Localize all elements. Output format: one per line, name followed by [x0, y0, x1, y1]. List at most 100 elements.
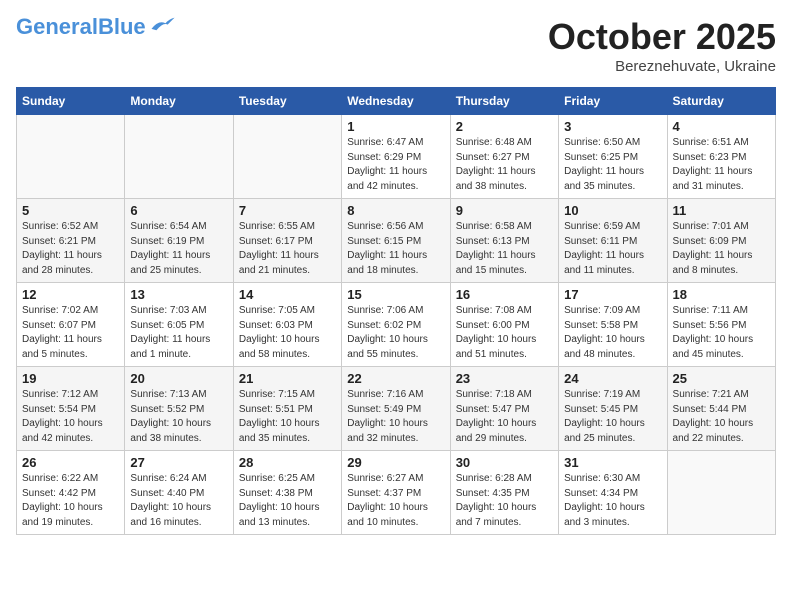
day-info: Sunrise: 6:54 AM Sunset: 6:19 PM Dayligh…: [130, 220, 227, 278]
day-number: 4: [673, 119, 770, 134]
location-subtitle: Bereznehuvate, Ukraine: [548, 58, 776, 75]
calendar-cell: 29Sunrise: 6:27 AM Sunset: 4:37 PM Dayli…: [342, 451, 450, 535]
calendar-cell: 12 Sunrise: 7:02 AM Sunset: 6:07 PM Dayli…: [17, 283, 125, 367]
calendar-cell: 21Sunrise: 7:15 AM Sunset: 5:51 PM Dayli…: [233, 367, 341, 451]
calendar-cell: 10Sunrise: 6:59 AM Sunset: 6:11 PM Dayli…: [559, 199, 667, 283]
day-number: 24: [564, 371, 661, 386]
day-info: Sunrise: 6:55 AM Sunset: 6:17 PM Dayligh…: [239, 220, 336, 278]
weekday-header-saturday: Saturday: [667, 88, 775, 115]
day-info: Sunrise: 6:52 AM Sunset: 6:21 PM Dayligh…: [22, 220, 119, 278]
calendar-cell: [125, 115, 233, 199]
calendar-cell: 1 Sunrise: 6:47 AM Sunset: 6:29 PM Daylig…: [342, 115, 450, 199]
day-info: Sunrise: 7:19 AM Sunset: 5:45 PM Dayligh…: [564, 388, 661, 446]
day-number: 8: [347, 203, 444, 218]
day-number: 3: [564, 119, 661, 134]
calendar-cell: 31 Sunrise: 6:30 AM Sunset: 4:34 PM Dayli…: [559, 451, 667, 535]
day-number: 13: [130, 287, 227, 302]
day-number: 31: [564, 455, 661, 470]
day-info: Sunrise: 6:59 AM Sunset: 6:11 PM Dayligh…: [564, 220, 661, 278]
day-info: Sunrise: 7:16 AM Sunset: 5:49 PM Dayligh…: [347, 388, 444, 446]
calendar-table: SundayMondayTuesdayWednesdayThursdayFrid…: [16, 87, 776, 535]
day-info: Sunrise: 7:09 AM Sunset: 5:58 PM Dayligh…: [564, 304, 661, 362]
weekday-header-friday: Friday: [559, 88, 667, 115]
calendar-cell: 17 Sunrise: 7:09 AM Sunset: 5:58 PM Dayli…: [559, 283, 667, 367]
calendar-cell: 23Sunrise: 7:18 AM Sunset: 5:47 PM Dayli…: [450, 367, 558, 451]
page-header: GeneralBlue October 2025 Bereznehuvate, …: [16, 16, 776, 75]
day-info: Sunrise: 6:30 AM Sunset: 4:34 PM Dayligh…: [564, 472, 661, 530]
day-info: Sunrise: 7:12 AM Sunset: 5:54 PM Dayligh…: [22, 388, 119, 446]
day-info: Sunrise: 7:02 AM Sunset: 6:07 PM Dayligh…: [22, 304, 119, 362]
day-number: 26: [22, 455, 119, 470]
day-number: 2: [456, 119, 553, 134]
day-info: Sunrise: 6:51 AM Sunset: 6:23 PM Dayligh…: [673, 136, 770, 194]
title-area: October 2025 Bereznehuvate, Ukraine: [548, 16, 776, 75]
calendar-cell: 27 Sunrise: 6:24 AM Sunset: 4:40 PM Dayli…: [125, 451, 233, 535]
calendar-cell: 18Sunrise: 7:11 AM Sunset: 5:56 PM Dayli…: [667, 283, 775, 367]
day-number: 15: [347, 287, 444, 302]
calendar-cell: 19Sunrise: 7:12 AM Sunset: 5:54 PM Dayli…: [17, 367, 125, 451]
calendar-cell: 20 Sunrise: 7:13 AM Sunset: 5:52 PM Dayli…: [125, 367, 233, 451]
calendar-cell: 3 Sunrise: 6:50 AM Sunset: 6:25 PM Daylig…: [559, 115, 667, 199]
weekday-header-row: SundayMondayTuesdayWednesdayThursdayFrid…: [17, 88, 776, 115]
weekday-header-wednesday: Wednesday: [342, 88, 450, 115]
day-info: Sunrise: 6:47 AM Sunset: 6:29 PM Dayligh…: [347, 136, 444, 194]
day-info: Sunrise: 6:58 AM Sunset: 6:13 PM Dayligh…: [456, 220, 553, 278]
weekday-header-monday: Monday: [125, 88, 233, 115]
calendar-week-1: 1 Sunrise: 6:47 AM Sunset: 6:29 PM Daylig…: [17, 115, 776, 199]
calendar-cell: [17, 115, 125, 199]
day-info: Sunrise: 6:25 AM Sunset: 4:38 PM Dayligh…: [239, 472, 336, 530]
day-number: 30: [456, 455, 553, 470]
calendar-cell: 28 Sunrise: 6:25 AM Sunset: 4:38 PM Dayli…: [233, 451, 341, 535]
calendar-cell: 26 Sunrise: 6:22 AM Sunset: 4:42 PM Dayli…: [17, 451, 125, 535]
calendar-cell: [233, 115, 341, 199]
day-info: Sunrise: 6:28 AM Sunset: 4:35 PM Dayligh…: [456, 472, 553, 530]
weekday-header-sunday: Sunday: [17, 88, 125, 115]
calendar-week-3: 12 Sunrise: 7:02 AM Sunset: 6:07 PM Dayli…: [17, 283, 776, 367]
day-number: 27: [130, 455, 227, 470]
calendar-cell: 30 Sunrise: 6:28 AM Sunset: 4:35 PM Dayli…: [450, 451, 558, 535]
day-number: 16: [456, 287, 553, 302]
calendar-cell: 15 Sunrise: 7:06 AM Sunset: 6:02 PM Dayli…: [342, 283, 450, 367]
day-info: Sunrise: 7:15 AM Sunset: 5:51 PM Dayligh…: [239, 388, 336, 446]
day-info: Sunrise: 7:06 AM Sunset: 6:02 PM Dayligh…: [347, 304, 444, 362]
day-number: 5: [22, 203, 119, 218]
weekday-header-tuesday: Tuesday: [233, 88, 341, 115]
day-info: Sunrise: 7:01 AM Sunset: 6:09 PM Dayligh…: [673, 220, 770, 278]
day-number: 25: [673, 371, 770, 386]
day-info: Sunrise: 6:24 AM Sunset: 4:40 PM Dayligh…: [130, 472, 227, 530]
day-number: 23: [456, 371, 553, 386]
month-title: October 2025: [548, 16, 776, 58]
calendar-cell: 14Sunrise: 7:05 AM Sunset: 6:03 PM Dayli…: [233, 283, 341, 367]
calendar-cell: 2 Sunrise: 6:48 AM Sunset: 6:27 PM Daylig…: [450, 115, 558, 199]
calendar-cell: 7 Sunrise: 6:55 AM Sunset: 6:17 PM Daylig…: [233, 199, 341, 283]
day-info: Sunrise: 6:56 AM Sunset: 6:15 PM Dayligh…: [347, 220, 444, 278]
calendar-cell: 16Sunrise: 7:08 AM Sunset: 6:00 PM Dayli…: [450, 283, 558, 367]
calendar-cell: 6 Sunrise: 6:54 AM Sunset: 6:19 PM Daylig…: [125, 199, 233, 283]
day-number: 29: [347, 455, 444, 470]
day-info: Sunrise: 6:48 AM Sunset: 6:27 PM Dayligh…: [456, 136, 553, 194]
day-number: 17: [564, 287, 661, 302]
day-info: Sunrise: 7:13 AM Sunset: 5:52 PM Dayligh…: [130, 388, 227, 446]
calendar-week-2: 5 Sunrise: 6:52 AM Sunset: 6:21 PM Daylig…: [17, 199, 776, 283]
day-number: 28: [239, 455, 336, 470]
day-number: 18: [673, 287, 770, 302]
calendar-cell: [667, 451, 775, 535]
day-number: 20: [130, 371, 227, 386]
logo-text: GeneralBlue: [16, 16, 146, 38]
calendar-week-4: 19Sunrise: 7:12 AM Sunset: 5:54 PM Dayli…: [17, 367, 776, 451]
calendar-cell: 22 Sunrise: 7:16 AM Sunset: 5:49 PM Dayli…: [342, 367, 450, 451]
day-number: 7: [239, 203, 336, 218]
day-number: 6: [130, 203, 227, 218]
calendar-cell: 5 Sunrise: 6:52 AM Sunset: 6:21 PM Daylig…: [17, 199, 125, 283]
day-info: Sunrise: 6:22 AM Sunset: 4:42 PM Dayligh…: [22, 472, 119, 530]
logo-bird-icon: [148, 16, 176, 34]
day-number: 12: [22, 287, 119, 302]
day-info: Sunrise: 6:50 AM Sunset: 6:25 PM Dayligh…: [564, 136, 661, 194]
day-info: Sunrise: 7:05 AM Sunset: 6:03 PM Dayligh…: [239, 304, 336, 362]
weekday-header-thursday: Thursday: [450, 88, 558, 115]
calendar-cell: 11Sunrise: 7:01 AM Sunset: 6:09 PM Dayli…: [667, 199, 775, 283]
calendar-cell: 13Sunrise: 7:03 AM Sunset: 6:05 PM Dayli…: [125, 283, 233, 367]
day-number: 1: [347, 119, 444, 134]
calendar-cell: 9Sunrise: 6:58 AM Sunset: 6:13 PM Daylig…: [450, 199, 558, 283]
day-number: 22: [347, 371, 444, 386]
